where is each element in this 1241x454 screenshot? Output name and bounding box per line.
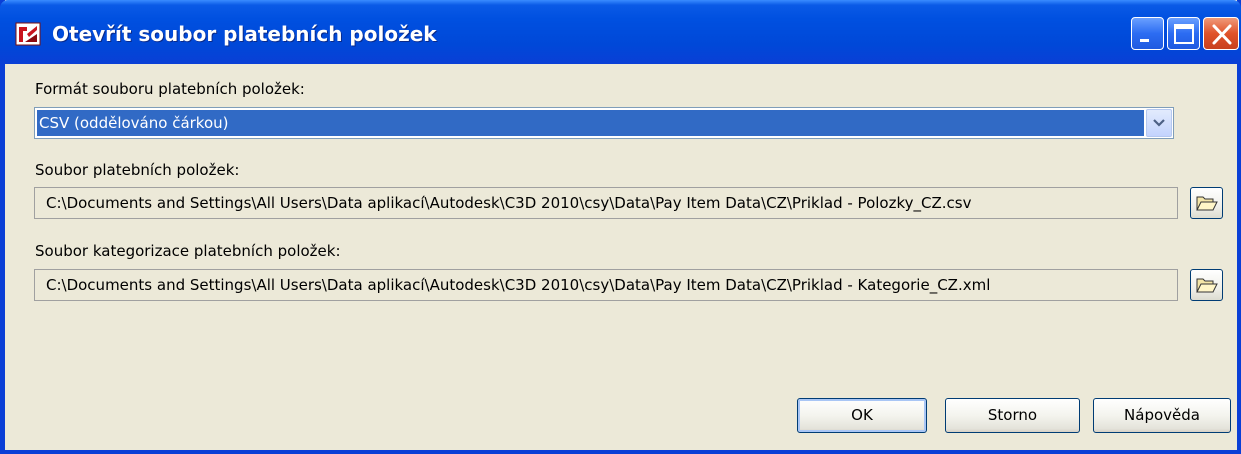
title-bar[interactable]: Otevřít soubor platebních položek	[0, 0, 1241, 64]
dialog-body: Formát souboru platebních položek: CSV (…	[5, 64, 1237, 450]
format-label: Formát souboru platebních položek:	[35, 80, 305, 98]
close-button[interactable]	[1203, 17, 1239, 50]
browse-categorization-file-button[interactable]	[1190, 269, 1223, 301]
categorization-file-label: Soubor kategorizace platebních položek:	[35, 242, 341, 260]
close-icon	[1212, 24, 1232, 45]
ok-button[interactable]: OK	[797, 398, 927, 433]
categorization-file-path: C:\Documents and Settings\All Users\Data…	[34, 269, 1178, 301]
dropdown-arrow-button[interactable]	[1146, 109, 1172, 137]
maximize-icon	[1174, 24, 1194, 44]
autodesk-app-icon	[15, 22, 41, 46]
maximize-button[interactable]	[1167, 17, 1200, 50]
cancel-button[interactable]: Storno	[945, 398, 1080, 433]
minimize-button[interactable]	[1131, 17, 1164, 50]
browse-pay-item-file-button[interactable]	[1190, 187, 1223, 219]
window-title: Otevřít soubor platebních položek	[52, 22, 437, 46]
format-selected-value[interactable]: CSV (oddělováno čárkou)	[37, 110, 1144, 136]
pay-item-file-label: Soubor platebních položek:	[35, 161, 240, 179]
chevron-down-icon	[1153, 119, 1165, 127]
dialog-window: Otevřít soubor platebních položek Formát…	[0, 0, 1241, 454]
format-dropdown[interactable]: CSV (oddělováno čárkou)	[34, 107, 1174, 139]
help-button[interactable]: Nápověda	[1093, 398, 1231, 433]
folder-open-icon	[1196, 196, 1218, 211]
minimize-icon	[1140, 39, 1149, 42]
pay-item-file-path: C:\Documents and Settings\All Users\Data…	[34, 187, 1178, 219]
folder-open-icon	[1196, 278, 1218, 293]
